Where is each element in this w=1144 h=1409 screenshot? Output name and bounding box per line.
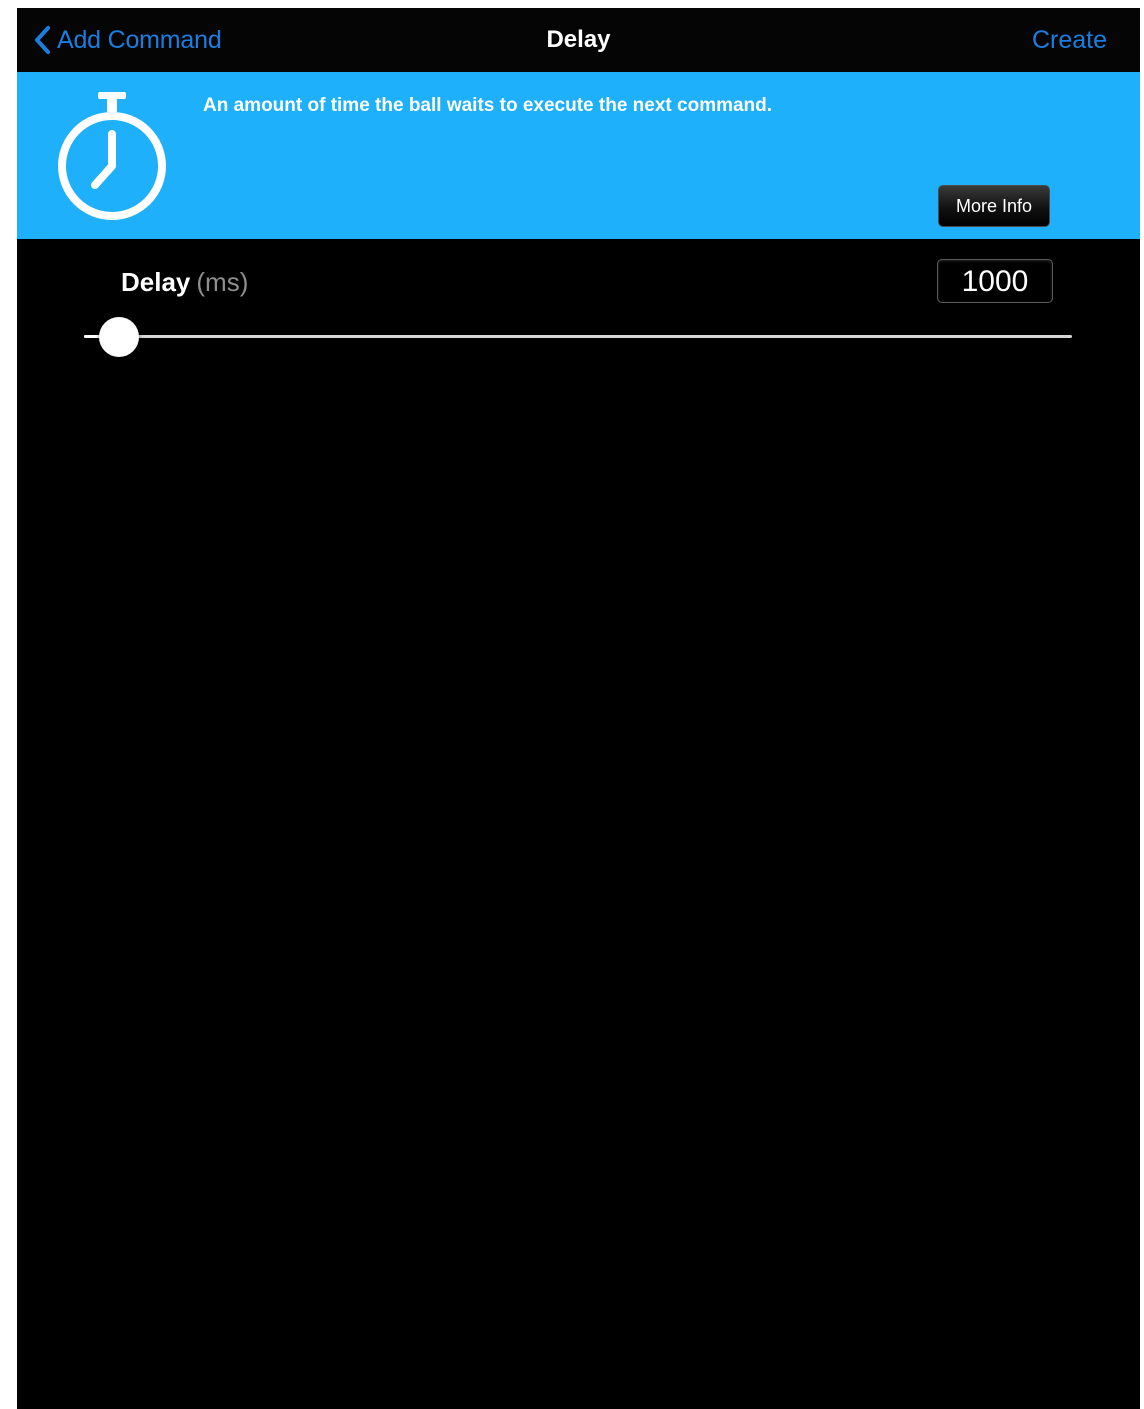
- create-button[interactable]: Create: [1032, 26, 1107, 55]
- delay-unit: (ms): [196, 267, 249, 297]
- chevron-left-icon: [35, 26, 50, 54]
- screen: Add Command Delay Create An amount of ti…: [17, 8, 1140, 1409]
- slider-thumb[interactable]: [99, 317, 139, 357]
- slider-track: [84, 335, 1072, 338]
- delay-label: Delay: [121, 267, 191, 297]
- delay-slider[interactable]: [84, 317, 1072, 357]
- back-button[interactable]: Add Command: [33, 24, 222, 56]
- delay-label-row: Delay (ms): [121, 267, 248, 298]
- stopwatch-icon: [58, 92, 166, 220]
- more-info-button[interactable]: More Info: [938, 185, 1050, 227]
- back-button-label: Add Command: [57, 25, 222, 54]
- command-description: An amount of time the ball waits to exec…: [203, 95, 773, 116]
- navigation-bar: Add Command Delay Create: [17, 8, 1140, 72]
- info-banner: An amount of time the ball waits to exec…: [17, 72, 1140, 239]
- delay-value-field[interactable]: 1000: [937, 259, 1053, 303]
